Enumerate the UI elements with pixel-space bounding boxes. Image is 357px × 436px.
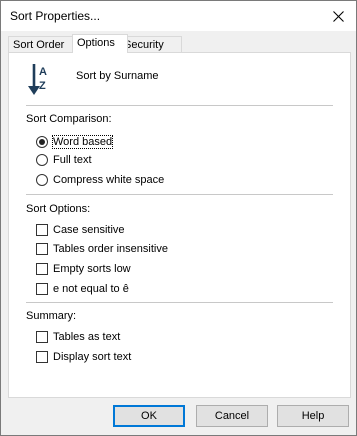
tab-security[interactable]: Security	[119, 36, 182, 53]
radio-compress-white-space[interactable]: Compress white space	[36, 172, 164, 188]
sort-properties-dialog: Sort Properties... Sort Order Options Se…	[0, 0, 357, 436]
separator	[26, 302, 333, 303]
window-title: Sort Properties...	[10, 9, 101, 23]
radio-label: Full text	[53, 154, 92, 166]
tab-sort-order[interactable]: Sort Order	[8, 36, 76, 53]
radio-indicator	[36, 136, 48, 148]
options-panel: A Z Sort by Surname Sort Comparison: Wor…	[8, 52, 351, 398]
sort-by-label: Sort by Surname	[76, 70, 159, 82]
svg-text:A: A	[39, 66, 47, 78]
cancel-button[interactable]: Cancel	[196, 405, 268, 427]
help-button[interactable]: Help	[277, 405, 349, 427]
sort-a-z-icon: A Z	[28, 64, 47, 95]
svg-text:Z: Z	[39, 80, 46, 92]
checkbox-indicator	[36, 283, 48, 295]
close-icon	[332, 10, 344, 22]
checkbox-label: Tables order insensitive	[53, 243, 168, 255]
checkbox-tables-order-insensitive[interactable]: Tables order insensitive	[36, 241, 168, 257]
sort-comparison-title: Sort Comparison:	[26, 113, 112, 125]
checkbox-indicator	[36, 263, 48, 275]
ok-button[interactable]: OK	[113, 405, 185, 427]
checkbox-indicator	[36, 351, 48, 363]
radio-indicator	[36, 174, 48, 186]
checkbox-indicator	[36, 243, 48, 255]
sort-options-title: Sort Options:	[26, 203, 91, 215]
separator	[26, 105, 333, 106]
summary-title: Summary:	[26, 310, 77, 322]
title-bar: Sort Properties...	[1, 1, 356, 31]
checkbox-label: Tables as text	[53, 331, 121, 343]
checkbox-label: Display sort text	[53, 351, 132, 363]
checkbox-case-sensitive[interactable]: Case sensitive	[36, 222, 125, 238]
checkbox-label: e not equal to ê	[53, 283, 129, 295]
radio-label: Compress white space	[53, 174, 165, 186]
checkbox-label: Empty sorts low	[53, 263, 131, 275]
checkbox-e-not-equal[interactable]: e not equal to ê	[36, 281, 129, 297]
radio-label: Word based	[51, 135, 114, 149]
tab-options[interactable]: Options	[72, 34, 128, 53]
checkbox-tables-as-text[interactable]: Tables as text	[36, 329, 120, 345]
checkbox-display-sort-text[interactable]: Display sort text	[36, 349, 131, 365]
radio-indicator	[36, 154, 48, 166]
checkbox-empty-sorts-low[interactable]: Empty sorts low	[36, 261, 131, 277]
checkbox-indicator	[36, 224, 48, 236]
checkbox-indicator	[36, 331, 48, 343]
separator	[26, 194, 333, 195]
radio-word-based[interactable]: Word based	[36, 134, 114, 150]
close-button[interactable]	[320, 1, 356, 31]
radio-full-text[interactable]: Full text	[36, 152, 92, 168]
checkbox-label: Case sensitive	[53, 224, 125, 236]
